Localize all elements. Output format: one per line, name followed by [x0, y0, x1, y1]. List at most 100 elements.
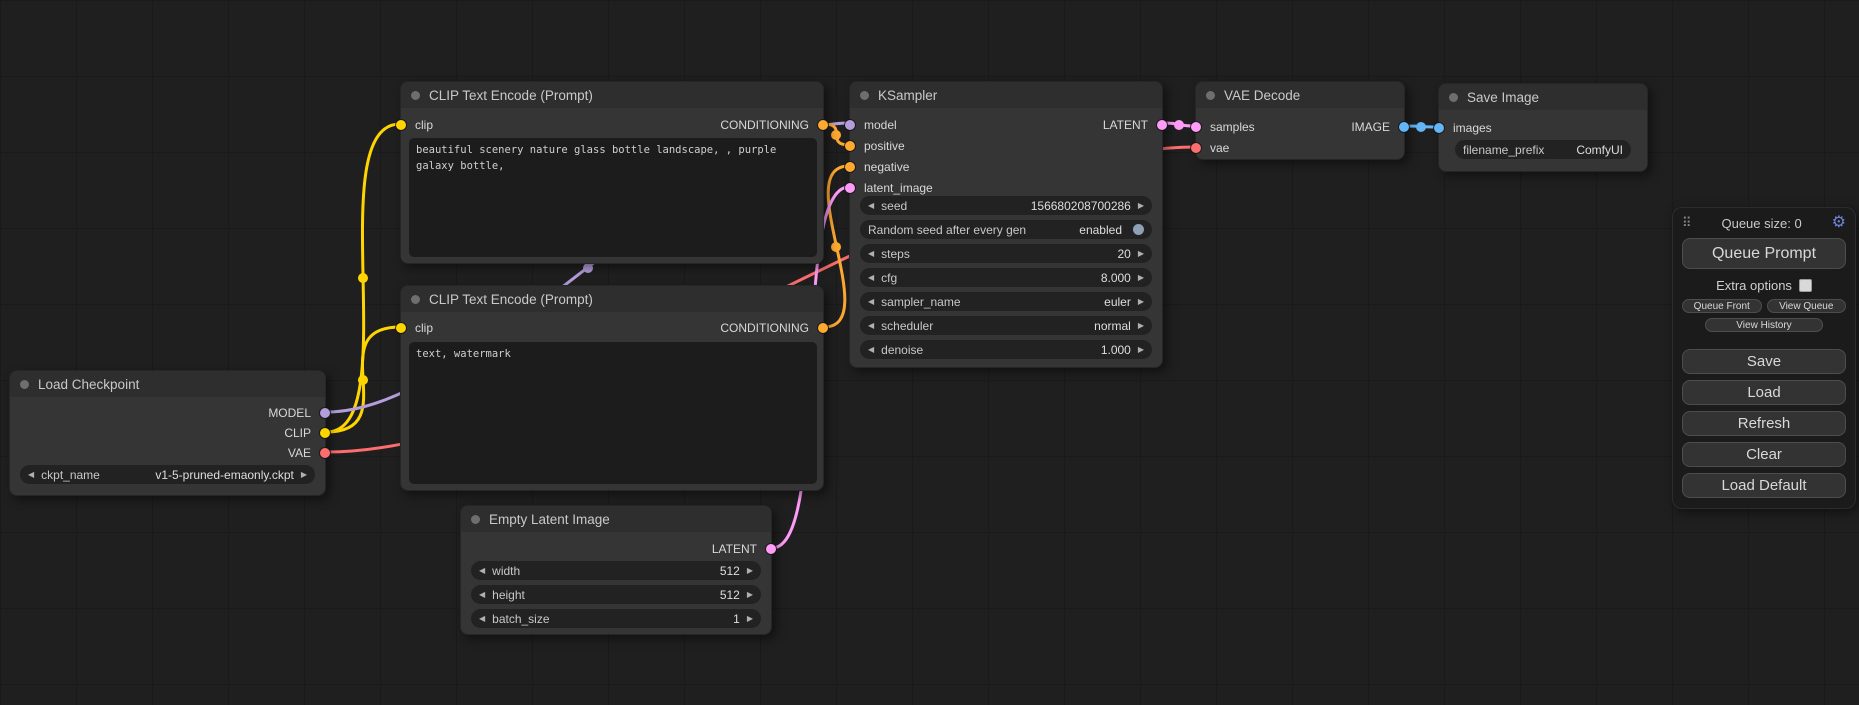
- next-arrow-icon[interactable]: ▶: [1138, 201, 1144, 210]
- node-vae-decode[interactable]: VAE Decode samples IMAGE vae: [1195, 81, 1405, 160]
- conditioning-output-port[interactable]: [818, 323, 828, 333]
- prev-arrow-icon[interactable]: ◀: [868, 345, 874, 354]
- node-title-bar[interactable]: KSampler: [850, 82, 1162, 108]
- input-slot-positive: positive: [850, 135, 1162, 156]
- random-seed-toggle-widget[interactable]: Random seed after every gen enabled: [860, 220, 1152, 239]
- prev-arrow-icon[interactable]: ◀: [868, 297, 874, 306]
- node-collapse-dot[interactable]: [860, 91, 869, 100]
- node-ksampler[interactable]: KSampler model LATENT positive negative …: [849, 81, 1163, 368]
- next-arrow-icon[interactable]: ▶: [747, 590, 753, 599]
- images-input-port[interactable]: [1434, 123, 1444, 133]
- node-title-bar[interactable]: CLIP Text Encode (Prompt): [401, 82, 823, 108]
- node-load-checkpoint[interactable]: Load Checkpoint MODEL CLIP VAE ◀ ckpt_na…: [9, 370, 326, 496]
- seed-widget[interactable]: ◀ seed 156680208700286 ▶: [860, 196, 1152, 215]
- clip-input-port[interactable]: [396, 120, 406, 130]
- clear-button[interactable]: Clear: [1682, 442, 1846, 467]
- node-title-bar[interactable]: Save Image: [1439, 84, 1647, 110]
- width-widget[interactable]: ◀ width 512 ▶: [471, 561, 761, 580]
- prev-arrow-icon[interactable]: ◀: [479, 566, 485, 575]
- samples-input-port[interactable]: [1191, 122, 1201, 132]
- latent-output-port[interactable]: [1157, 120, 1167, 130]
- load-button[interactable]: Load: [1682, 380, 1846, 405]
- latent-image-input-port[interactable]: [845, 183, 855, 193]
- prompt-textarea[interactable]: text, watermark: [409, 342, 817, 484]
- widget-name: cfg: [881, 271, 897, 285]
- node-collapse-dot[interactable]: [411, 91, 420, 100]
- cfg-widget[interactable]: ◀ cfg 8.000 ▶: [860, 268, 1152, 287]
- link-midpoint-dot: [1416, 122, 1426, 132]
- filename-prefix-widget[interactable]: filename_prefix ComfyUI: [1455, 140, 1631, 159]
- batch-size-widget[interactable]: ◀ batch_size 1 ▶: [471, 609, 761, 628]
- load-default-button[interactable]: Load Default: [1682, 473, 1846, 498]
- node-collapse-dot[interactable]: [1206, 91, 1215, 100]
- widget-value: euler: [1104, 295, 1131, 309]
- slot-row-samples-image: samples IMAGE: [1196, 117, 1404, 137]
- node-collapse-dot[interactable]: [1449, 93, 1458, 102]
- scheduler-widget[interactable]: ◀ scheduler normal ▶: [860, 316, 1152, 335]
- node-title: KSampler: [878, 88, 937, 103]
- save-button[interactable]: Save: [1682, 349, 1846, 374]
- next-arrow-icon[interactable]: ▶: [1138, 297, 1144, 306]
- widget-name: batch_size: [492, 612, 549, 626]
- node-title-bar[interactable]: VAE Decode: [1196, 82, 1404, 108]
- node-graph-canvas[interactable]: Load Checkpoint MODEL CLIP VAE ◀ ckpt_na…: [0, 0, 1859, 705]
- node-collapse-dot[interactable]: [411, 295, 420, 304]
- image-output-port[interactable]: [1399, 122, 1409, 132]
- node-clip-text-encode-negative[interactable]: CLIP Text Encode (Prompt) clip CONDITION…: [400, 285, 824, 491]
- sampler-name-widget[interactable]: ◀ sampler_name euler ▶: [860, 292, 1152, 311]
- node-clip-text-encode-positive[interactable]: CLIP Text Encode (Prompt) clip CONDITION…: [400, 81, 824, 264]
- model-output-port[interactable]: [320, 408, 330, 418]
- model-input-port[interactable]: [845, 120, 855, 130]
- view-history-button[interactable]: View History: [1705, 318, 1823, 332]
- prev-arrow-icon[interactable]: ◀: [479, 614, 485, 623]
- slot-label: MODEL: [268, 406, 311, 420]
- widget-value: normal: [1094, 319, 1131, 333]
- next-arrow-icon[interactable]: ▶: [747, 566, 753, 575]
- node-collapse-dot[interactable]: [471, 515, 480, 524]
- next-arrow-icon[interactable]: ▶: [1138, 249, 1144, 258]
- prev-arrow-icon[interactable]: ◀: [868, 201, 874, 210]
- vae-input-port[interactable]: [1191, 143, 1201, 153]
- next-arrow-icon[interactable]: ▶: [301, 470, 307, 479]
- view-queue-button[interactable]: View Queue: [1767, 299, 1847, 313]
- toggle-dot[interactable]: [1133, 224, 1144, 235]
- refresh-button[interactable]: Refresh: [1682, 411, 1846, 436]
- next-arrow-icon[interactable]: ▶: [747, 614, 753, 623]
- node-empty-latent-image[interactable]: Empty Latent Image LATENT ◀ width 512 ▶ …: [460, 505, 772, 635]
- prev-arrow-icon[interactable]: ◀: [868, 273, 874, 282]
- node-title-bar[interactable]: CLIP Text Encode (Prompt): [401, 286, 823, 312]
- prev-arrow-icon[interactable]: ◀: [479, 590, 485, 599]
- negative-input-port[interactable]: [845, 162, 855, 172]
- node-collapse-dot[interactable]: [20, 380, 29, 389]
- prompt-textarea[interactable]: beautiful scenery nature glass bottle la…: [409, 138, 817, 257]
- queue-front-button[interactable]: Queue Front: [1682, 299, 1762, 313]
- denoise-widget[interactable]: ◀ denoise 1.000 ▶: [860, 340, 1152, 359]
- next-arrow-icon[interactable]: ▶: [1138, 321, 1144, 330]
- prev-arrow-icon[interactable]: ◀: [868, 321, 874, 330]
- extra-options-checkbox[interactable]: [1799, 279, 1812, 292]
- queue-actions-row: Queue Front View Queue: [1682, 299, 1846, 313]
- height-widget[interactable]: ◀ height 512 ▶: [471, 585, 761, 604]
- slot-label: vae: [1210, 141, 1229, 155]
- steps-widget[interactable]: ◀ steps 20 ▶: [860, 244, 1152, 263]
- prev-arrow-icon[interactable]: ◀: [868, 249, 874, 258]
- clip-output-port[interactable]: [320, 428, 330, 438]
- queue-prompt-button[interactable]: Queue Prompt: [1682, 238, 1846, 269]
- node-save-image[interactable]: Save Image images filename_prefix ComfyU…: [1438, 83, 1648, 172]
- settings-gear-icon[interactable]: ⚙: [1832, 215, 1846, 231]
- output-slot-vae: VAE: [10, 443, 325, 463]
- slot-label: CONDITIONING: [720, 321, 809, 335]
- link-midpoint-dot: [831, 242, 841, 252]
- vae-output-port[interactable]: [320, 448, 330, 458]
- latent-output-port[interactable]: [766, 544, 776, 554]
- conditioning-output-port[interactable]: [818, 120, 828, 130]
- node-title-bar[interactable]: Load Checkpoint: [10, 371, 325, 397]
- prev-arrow-icon[interactable]: ◀: [28, 470, 34, 479]
- node-title-bar[interactable]: Empty Latent Image: [461, 506, 771, 532]
- ckpt-name-widget[interactable]: ◀ ckpt_name v1-5-pruned-emaonly.ckpt ▶: [20, 465, 315, 484]
- drag-handle-icon[interactable]: ⠿: [1682, 215, 1692, 231]
- clip-input-port[interactable]: [396, 323, 406, 333]
- next-arrow-icon[interactable]: ▶: [1138, 345, 1144, 354]
- next-arrow-icon[interactable]: ▶: [1138, 273, 1144, 282]
- positive-input-port[interactable]: [845, 141, 855, 151]
